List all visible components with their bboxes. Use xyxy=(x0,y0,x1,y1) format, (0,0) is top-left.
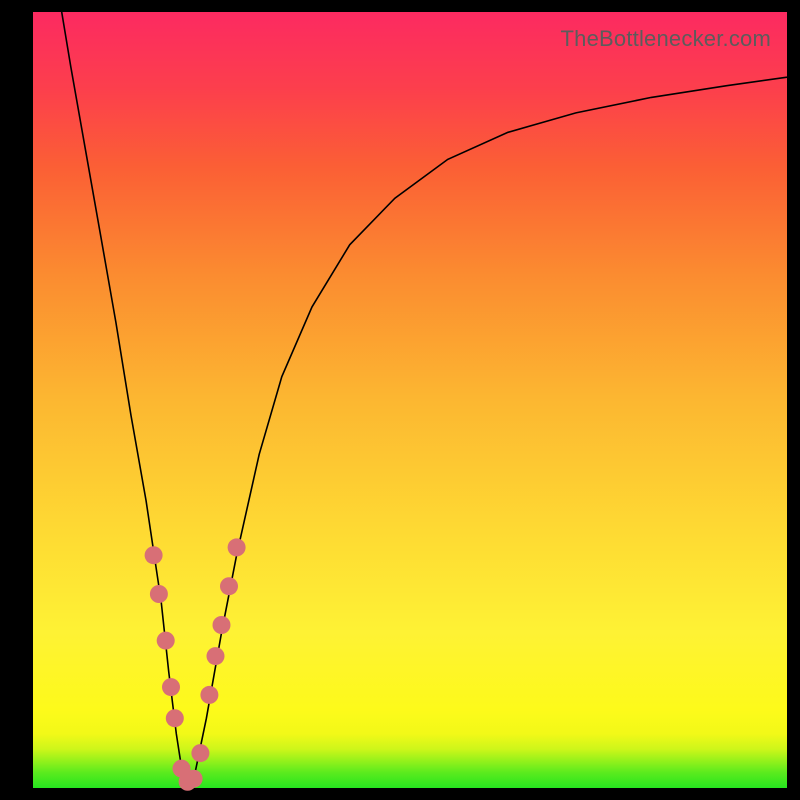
marker-dip-bottom-2 xyxy=(185,770,203,788)
marker-cluster-left-lower xyxy=(162,678,180,696)
marker-cluster-right-mid2 xyxy=(213,616,231,634)
marker-dip-right xyxy=(191,744,209,762)
plot-area: TheBottlenecker.com xyxy=(33,12,787,788)
chart-svg xyxy=(33,12,787,788)
bottleneck-curve xyxy=(62,12,787,784)
marker-cluster-left-top xyxy=(145,546,163,564)
marker-cluster-left-upper xyxy=(150,585,168,603)
marker-cluster-left-mid xyxy=(157,632,175,650)
marker-cluster-right-top xyxy=(228,538,246,556)
marker-cluster-right-low xyxy=(200,686,218,704)
marker-cluster xyxy=(145,538,246,790)
marker-cluster-right-upper xyxy=(220,577,238,595)
marker-cluster-right-mid1 xyxy=(207,647,225,665)
marker-cluster-left-low xyxy=(166,709,184,727)
chart-frame: TheBottlenecker.com xyxy=(0,0,800,800)
